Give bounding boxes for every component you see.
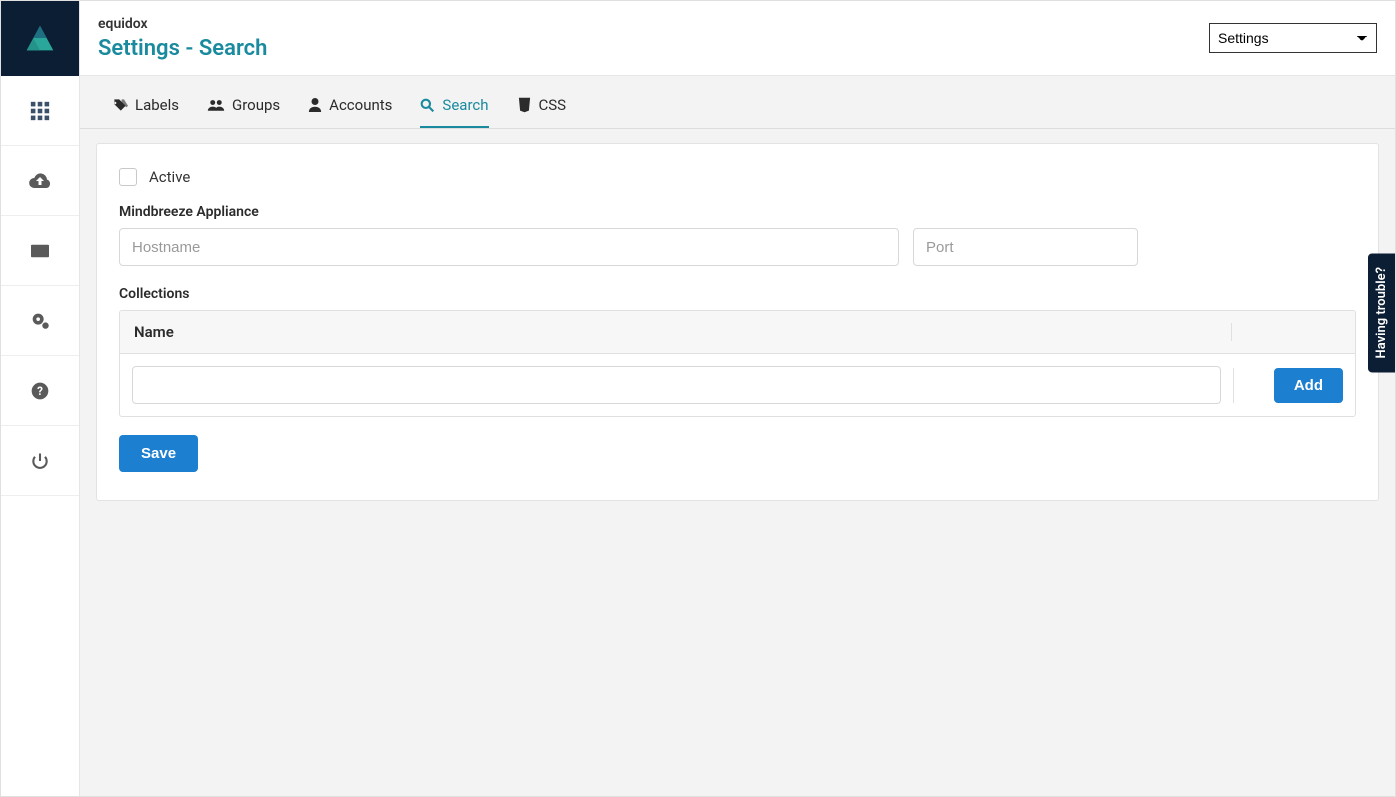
active-checkbox[interactable] xyxy=(119,168,137,186)
tab-search[interactable]: Search xyxy=(420,96,488,128)
page-title: Settings - Search xyxy=(98,36,267,61)
collections-table: Name Add xyxy=(119,310,1356,417)
table-header-action xyxy=(1231,323,1341,341)
tab-label: Groups xyxy=(232,96,280,114)
save-button[interactable]: Save xyxy=(119,435,198,472)
help-icon: ? xyxy=(30,381,50,401)
help-tab[interactable]: Having trouble? xyxy=(1368,253,1395,372)
settings-dropdown[interactable]: Settings xyxy=(1209,23,1377,53)
tab-groups[interactable]: Groups xyxy=(207,96,280,128)
tabs: Labels Groups Accounts Search CSS xyxy=(80,76,1395,129)
css-icon xyxy=(517,97,532,113)
tab-label: Accounts xyxy=(329,96,392,114)
hostname-input[interactable] xyxy=(119,228,899,266)
sidebar: ? xyxy=(1,1,80,796)
logo[interactable] xyxy=(1,1,79,76)
table-row: Add xyxy=(120,354,1355,416)
app-name: equidox xyxy=(98,16,267,32)
user-icon xyxy=(308,97,322,113)
header: equidox Settings - Search Settings xyxy=(80,1,1395,76)
settings-panel: Active Mindbreeze Appliance Collections … xyxy=(96,143,1379,501)
sidebar-item-grid[interactable] xyxy=(1,76,79,146)
newspaper-icon xyxy=(29,242,51,260)
sidebar-item-power[interactable] xyxy=(1,426,79,496)
tab-label: Labels xyxy=(135,96,179,114)
collection-name-input[interactable] xyxy=(132,366,1221,404)
tab-accounts[interactable]: Accounts xyxy=(308,96,392,128)
table-header-name: Name xyxy=(134,323,1231,341)
tags-icon xyxy=(112,98,128,112)
power-icon xyxy=(30,451,50,471)
users-icon xyxy=(207,98,225,112)
active-label: Active xyxy=(149,168,190,186)
grid-icon xyxy=(29,100,51,122)
sidebar-item-upload[interactable] xyxy=(1,146,79,216)
tab-css[interactable]: CSS xyxy=(517,96,567,128)
svg-text:?: ? xyxy=(37,384,43,398)
sidebar-item-news[interactable] xyxy=(1,216,79,286)
search-icon xyxy=(420,98,435,113)
cloud-upload-icon xyxy=(28,171,52,191)
appliance-label: Mindbreeze Appliance xyxy=(119,204,1356,220)
logo-icon xyxy=(21,20,59,58)
sidebar-item-settings[interactable] xyxy=(1,286,79,356)
tab-labels[interactable]: Labels xyxy=(112,96,179,128)
add-button[interactable]: Add xyxy=(1274,368,1343,403)
tab-label: Search xyxy=(442,96,488,114)
collections-label: Collections xyxy=(119,286,1356,302)
main-area: equidox Settings - Search Settings Label… xyxy=(80,1,1395,796)
port-input[interactable] xyxy=(913,228,1138,266)
gears-icon xyxy=(29,310,51,332)
tab-label: CSS xyxy=(539,96,567,114)
sidebar-item-help[interactable]: ? xyxy=(1,356,79,426)
